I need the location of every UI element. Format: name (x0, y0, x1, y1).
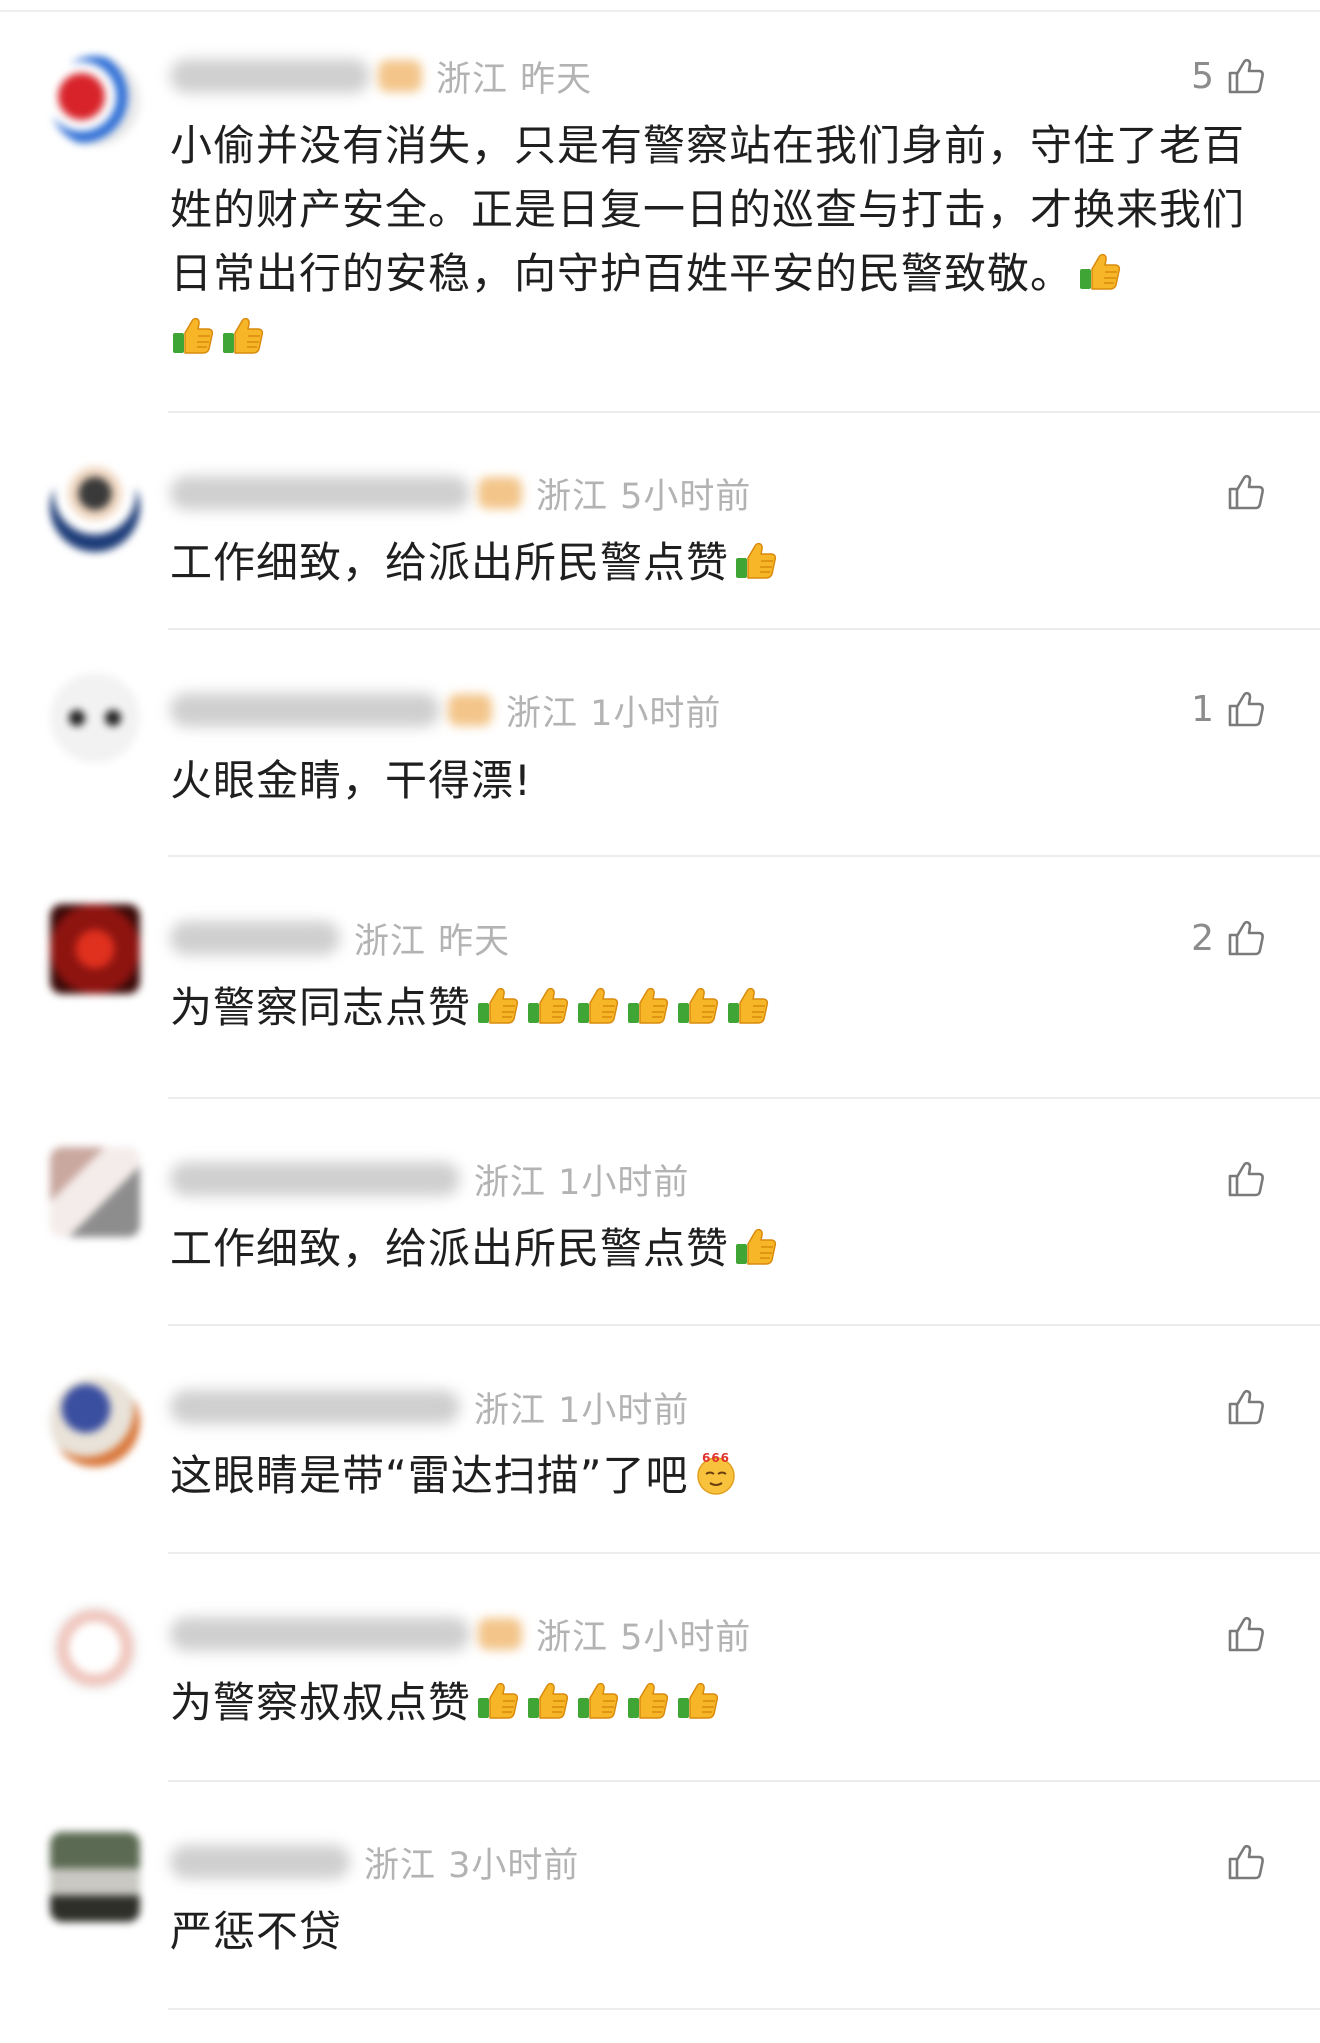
avatar[interactable] (50, 1377, 140, 1467)
like-button[interactable]: 5 (1191, 48, 1268, 104)
like-button[interactable] (1214, 1379, 1268, 1435)
comment-location-time: 浙江 1小时前 (474, 1162, 690, 1203)
thumbs-up-outline-icon (1224, 916, 1268, 960)
avatar[interactable] (50, 462, 140, 552)
comment-meta: 浙江 5小时前 (170, 469, 751, 517)
thumbs-up-emoji-icon (625, 982, 671, 1028)
thumbs-up-outline-icon (1224, 687, 1268, 731)
thumbs-up-emoji-icon (575, 982, 621, 1028)
username-blurred[interactable] (170, 1617, 470, 1651)
top-divider (0, 10, 1320, 12)
thumbs-up-emoji-icon (675, 1677, 721, 1723)
avatar[interactable] (50, 1147, 140, 1237)
comment-location-time: 浙江 1小时前 (506, 693, 722, 734)
username-blurred[interactable] (170, 693, 440, 727)
comment-text: 为警察叔叔点赞 (170, 1671, 1250, 1735)
comment-text: 这眼睛是带“雷达扫描”了吧 666 (170, 1444, 1250, 1508)
thumbs-up-emoji-icon (525, 982, 571, 1028)
thumbs-up-emoji-icon (575, 1677, 621, 1723)
avatar[interactable] (50, 904, 140, 994)
like-button[interactable] (1214, 1606, 1268, 1662)
like-count: 5 (1191, 55, 1214, 97)
comment-divider (168, 2008, 1320, 2010)
comment-divider (168, 1780, 1320, 1782)
thumbs-up-emoji-icon (525, 1677, 571, 1723)
thumbs-up-emoji-icon (725, 982, 771, 1028)
comment-divider (168, 411, 1320, 413)
like-button[interactable] (1214, 1834, 1268, 1890)
comment-location-time: 浙江 昨天 (354, 921, 511, 962)
like-count: 2 (1191, 917, 1214, 959)
thumbs-up-emoji-icon (675, 982, 721, 1028)
username-blurred[interactable] (170, 59, 370, 93)
comment-location-time: 浙江 5小时前 (536, 476, 752, 517)
thumbs-up-emoji-icon (475, 1677, 521, 1723)
comment-location-time: 浙江 昨天 (436, 59, 593, 100)
comment-meta: 浙江 1小时前 (170, 1383, 689, 1431)
thumbs-up-emoji-icon (1077, 248, 1123, 294)
thumbs-up-outline-icon (1224, 1612, 1268, 1656)
comment-location-time: 浙江 5小时前 (536, 1617, 752, 1658)
username-blurred[interactable] (170, 921, 340, 955)
comment-location-time: 浙江 3小时前 (364, 1845, 580, 1886)
comment-meta: 浙江 3小时前 (170, 1838, 579, 1886)
comment-text: 为警察同志点赞 (170, 976, 1250, 1040)
thumbs-up-emoji-icon (733, 537, 779, 583)
comment-location-time: 浙江 1小时前 (474, 1390, 690, 1431)
comment-divider (168, 628, 1320, 630)
comment-meta: 浙江 1小时前 (170, 686, 721, 734)
username-blurred[interactable] (170, 1845, 350, 1879)
thumbs-up-emoji-icon (733, 1223, 779, 1269)
avatar[interactable] (50, 56, 140, 146)
vip-badge-icon (378, 60, 422, 92)
thumbs-up-outline-icon (1224, 54, 1268, 98)
svg-text:666: 666 (702, 1451, 730, 1465)
thumbs-up-outline-icon (1224, 1840, 1268, 1884)
comment-text: 小偷并没有消失，只是有警察站在我们身前，守住了老百姓的财产安全。正是日复一日的巡… (170, 114, 1250, 370)
avatar[interactable] (50, 1603, 140, 1693)
vip-badge-icon (478, 1618, 522, 1650)
comment-meta: 浙江 1小时前 (170, 1155, 689, 1203)
comment-text: 严惩不贷 (170, 1907, 343, 1956)
avatar[interactable] (50, 673, 140, 763)
username-blurred[interactable] (170, 1390, 460, 1424)
vip-badge-icon (448, 694, 492, 726)
comment-divider (168, 1552, 1320, 1554)
like-count: 1 (1191, 688, 1214, 730)
like-button[interactable] (1214, 1151, 1268, 1207)
username-blurred[interactable] (170, 1162, 460, 1196)
comment-divider (168, 1324, 1320, 1326)
comment-divider (168, 855, 1320, 857)
thumbs-up-emoji-icon (170, 312, 216, 358)
comment-text: 工作细致，给派出所民警点赞 (170, 1217, 1250, 1281)
comment-text: 火眼金睛，干得漂! (170, 756, 532, 805)
thumbs-up-emoji-icon (475, 982, 521, 1028)
thumbs-up-outline-icon (1224, 1385, 1268, 1429)
avatar[interactable] (50, 1832, 140, 1922)
like-button[interactable] (1214, 464, 1268, 520)
vip-badge-icon (478, 477, 522, 509)
comment-text: 工作细致，给派出所民警点赞 (170, 531, 1250, 595)
thumbs-up-emoji-icon (220, 312, 266, 358)
thumbs-up-outline-icon (1224, 470, 1268, 514)
comment-meta: 浙江 昨天 (170, 52, 592, 100)
thumbs-up-emoji-icon (625, 1677, 671, 1723)
thumbs-up-outline-icon (1224, 1157, 1268, 1201)
comment-meta: 浙江 昨天 (170, 914, 510, 962)
comment-meta: 浙江 5小时前 (170, 1610, 751, 1658)
username-blurred[interactable] (170, 476, 470, 510)
666-emoji-icon: 666 (693, 1450, 739, 1496)
like-button[interactable]: 2 (1191, 910, 1268, 966)
like-button[interactable]: 1 (1191, 681, 1268, 737)
comment-divider (168, 1097, 1320, 1099)
